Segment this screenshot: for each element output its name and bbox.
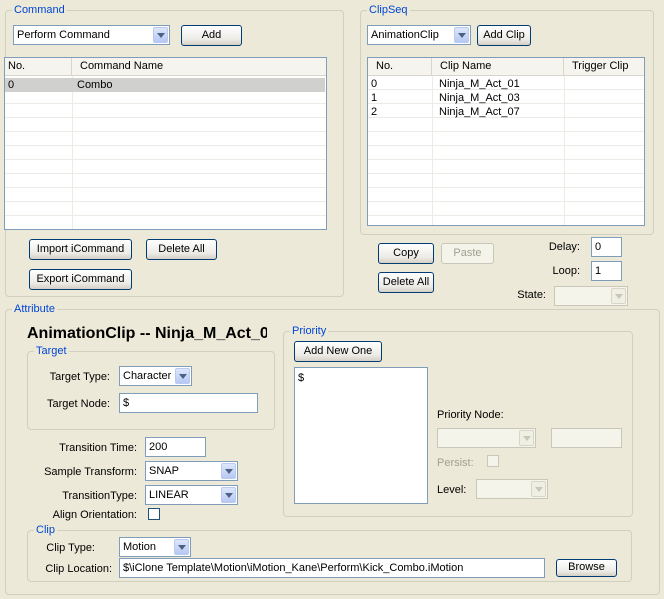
attribute-legend: Attribute <box>12 302 57 316</box>
clip-legend: Clip <box>34 523 57 537</box>
clip-table-header: No. Clip Name Trigger Clip <box>368 58 644 76</box>
chevron-down-icon[interactable] <box>454 27 469 43</box>
clip-location-field[interactable]: $\iClone Template\Motion\iMotion_Kane\Pe… <box>119 558 545 578</box>
sample-transform-select[interactable]: SNAP <box>145 461 238 481</box>
command-table[interactable]: No. Command Name 0 Combo <box>4 57 327 230</box>
priority-node-label: Priority Node: <box>437 409 504 421</box>
persist-label: Persist: <box>437 457 474 469</box>
chevron-down-icon[interactable] <box>175 368 190 384</box>
copy-button[interactable]: Copy <box>378 243 434 264</box>
level-select[interactable] <box>476 479 548 499</box>
clip-type-label: Clip Type: <box>46 542 95 554</box>
clip-type-value: AnimationClip <box>371 29 439 41</box>
chevron-down-icon[interactable] <box>519 430 534 446</box>
clip-location-label: Clip Location: <box>45 563 112 575</box>
command-col-divider <box>72 76 73 229</box>
clip-row-no: 0 <box>371 78 378 90</box>
command-row-name: Combo <box>77 79 113 91</box>
target-legend: Target <box>34 344 69 358</box>
clip-header-no[interactable]: No. <box>368 58 432 75</box>
state-select[interactable] <box>554 286 628 306</box>
priority-legend: Priority <box>290 324 329 338</box>
attribute-title: AnimationClip -- Ninja_M_Act_0 <box>27 325 267 342</box>
chevron-down-icon[interactable] <box>221 463 236 479</box>
table-row[interactable]: 0 Ninja_M_Act_01 <box>368 77 644 91</box>
chevron-down-icon[interactable] <box>153 27 168 43</box>
command-header-name[interactable]: Command Name <box>72 58 326 75</box>
table-row[interactable]: 0 Combo <box>5 78 325 92</box>
command-delete-all-button[interactable]: Delete All <box>146 239 217 260</box>
transition-type-value: LINEAR <box>149 489 189 501</box>
transition-time-field[interactable]: 200 <box>145 437 206 457</box>
paste-button[interactable]: Paste <box>441 243 494 264</box>
perform-command-value: Perform Command <box>17 29 110 41</box>
transition-time-label: Transition Time: <box>59 442 137 454</box>
priority-list-item: $ <box>298 372 305 384</box>
chevron-down-icon[interactable] <box>531 481 546 497</box>
clip-table[interactable]: No. Clip Name Trigger Clip 0 Ninja_M_Act… <box>367 57 645 226</box>
priority-node-select[interactable] <box>437 428 536 448</box>
clip-row-name: Ninja_M_Act_03 <box>439 92 520 104</box>
browse-button[interactable]: Browse <box>556 559 617 577</box>
transition-type-label: TransitionType: <box>62 490 137 502</box>
table-row[interactable]: 2 Ninja_M_Act_07 <box>368 105 644 119</box>
sample-transform-label: Sample Transform: <box>44 466 137 478</box>
clip-kind-select[interactable]: Motion <box>119 537 191 557</box>
loop-label: Loop: <box>552 265 580 277</box>
perform-command-select[interactable]: Perform Command <box>13 25 170 45</box>
add-clip-button[interactable]: Add Clip <box>477 25 531 46</box>
delay-field[interactable]: 0 <box>591 237 622 257</box>
target-type-value: Character <box>123 370 172 382</box>
clip-row-no: 2 <box>371 106 378 118</box>
clip-row-name: Ninja_M_Act_07 <box>439 106 520 118</box>
align-orientation-label: Align Orientation: <box>52 509 137 521</box>
clip-header-trigger[interactable]: Trigger Clip <box>564 58 644 75</box>
list-item[interactable]: $ <box>295 371 427 385</box>
level-label: Level: <box>437 484 467 496</box>
clipseq-delete-all-button[interactable]: Delete All <box>378 272 434 293</box>
align-orientation-checkbox[interactable] <box>148 508 160 520</box>
export-icommand-button[interactable]: Export iCommand <box>29 269 132 290</box>
chevron-down-icon[interactable] <box>611 288 626 304</box>
target-node-field[interactable]: $ <box>119 393 258 413</box>
command-row-no: 0 <box>8 79 15 91</box>
chevron-down-icon[interactable] <box>174 539 189 555</box>
clip-header-name[interactable]: Clip Name <box>432 58 564 75</box>
clip-row-name: Ninja_M_Act_01 <box>439 78 520 90</box>
import-icommand-button[interactable]: Import iCommand <box>29 239 132 260</box>
clip-row-no: 1 <box>371 92 378 104</box>
table-row[interactable]: 1 Ninja_M_Act_03 <box>368 91 644 105</box>
target-node-label: Target Node: <box>47 398 110 410</box>
clipseq-legend: ClipSeq <box>367 3 410 17</box>
state-label: State: <box>517 289 546 301</box>
add-new-one-button[interactable]: Add New One <box>294 341 382 362</box>
command-header-no[interactable]: No. <box>5 58 72 75</box>
clip-kind-value: Motion <box>123 541 157 553</box>
target-type-select[interactable]: Character <box>119 366 192 386</box>
target-type-label: Target Type: <box>49 371 110 383</box>
transition-type-select[interactable]: LINEAR <box>145 485 238 505</box>
persist-checkbox[interactable] <box>487 455 499 467</box>
add-command-button[interactable]: Add <box>181 25 242 46</box>
clip-type-select[interactable]: AnimationClip <box>367 25 471 45</box>
sample-transform-value: SNAP <box>149 465 179 477</box>
command-legend: Command <box>12 3 67 17</box>
loop-field[interactable]: 1 <box>591 261 622 281</box>
chevron-down-icon[interactable] <box>221 487 236 503</box>
priority-list[interactable]: $ <box>294 367 428 504</box>
command-table-header: No. Command Name <box>5 58 326 76</box>
priority-node-field[interactable] <box>551 428 622 448</box>
target-group: Target <box>27 344 275 430</box>
command-table-grid <box>5 76 326 229</box>
delay-label: Delay: <box>548 241 580 253</box>
